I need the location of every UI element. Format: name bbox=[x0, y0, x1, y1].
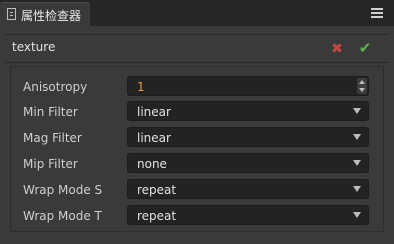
mag-filter-select[interactable]: linear bbox=[127, 127, 369, 147]
property-row-min-filter: Min Filter linear bbox=[11, 100, 383, 124]
property-label: Min Filter bbox=[23, 105, 78, 119]
field-value: repeat bbox=[137, 209, 177, 223]
property-row-mip-filter: Mip Filter none bbox=[11, 152, 383, 176]
property-list: Anisotropy 1 Min Filter linear Mag Filte… bbox=[10, 66, 384, 232]
chevron-down-icon bbox=[353, 134, 361, 140]
asset-title: texture bbox=[12, 40, 56, 54]
wrap-mode-s-select[interactable]: repeat bbox=[127, 179, 369, 199]
revert-icon[interactable]: ✖ bbox=[330, 42, 344, 56]
stepper-down-icon[interactable] bbox=[359, 88, 365, 92]
property-row-wrap-mode-t: Wrap Mode T repeat bbox=[11, 204, 383, 228]
hamburger-menu-icon[interactable] bbox=[371, 8, 383, 18]
apply-icon[interactable]: ✔ bbox=[358, 41, 372, 56]
mip-filter-select[interactable]: none bbox=[127, 153, 369, 173]
property-row-wrap-mode-s: Wrap Mode S repeat bbox=[11, 178, 383, 202]
tab-bar: 属性检查器 bbox=[0, 0, 394, 26]
tab-inspector[interactable]: 属性检查器 bbox=[0, 2, 90, 26]
document-icon bbox=[7, 8, 16, 20]
divider bbox=[5, 34, 389, 35]
field-value: linear bbox=[137, 105, 171, 119]
field-value: linear bbox=[137, 131, 171, 145]
stepper-up-icon[interactable] bbox=[359, 80, 365, 84]
chevron-down-icon bbox=[353, 186, 361, 192]
field-value: repeat bbox=[137, 183, 177, 197]
anisotropy-number-input[interactable]: 1 bbox=[127, 76, 369, 96]
divider bbox=[5, 62, 389, 63]
property-label: Anisotropy bbox=[23, 80, 88, 94]
property-label: Wrap Mode T bbox=[23, 209, 102, 223]
property-label: Mag Filter bbox=[23, 131, 82, 145]
field-value: none bbox=[137, 157, 167, 171]
tab-label: 属性检查器 bbox=[21, 9, 82, 23]
wrap-mode-t-select[interactable]: repeat bbox=[127, 205, 369, 225]
inspector-panel: 属性检查器 texture ✖ ✔ Anisotropy 1 Min Filte… bbox=[0, 0, 394, 244]
number-stepper[interactable] bbox=[357, 78, 367, 94]
property-label: Mip Filter bbox=[23, 157, 78, 171]
property-row-mag-filter: Mag Filter linear bbox=[11, 126, 383, 150]
property-label: Wrap Mode S bbox=[23, 183, 103, 197]
chevron-down-icon bbox=[353, 108, 361, 114]
field-value: 1 bbox=[137, 80, 145, 94]
min-filter-select[interactable]: linear bbox=[127, 101, 369, 121]
chevron-down-icon bbox=[353, 212, 361, 218]
chevron-down-icon bbox=[353, 160, 361, 166]
property-row-anisotropy: Anisotropy 1 bbox=[11, 75, 383, 99]
